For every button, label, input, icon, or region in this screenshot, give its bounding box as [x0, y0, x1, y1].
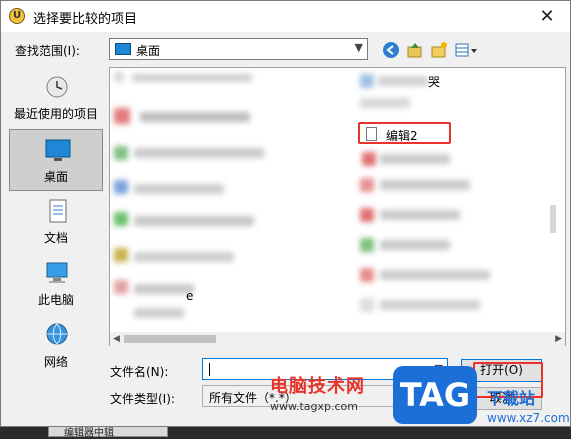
- view-menu-button[interactable]: [453, 41, 479, 61]
- app-icon: U: [9, 8, 25, 24]
- horizontal-scrollbar[interactable]: ◀ ▶: [109, 332, 566, 346]
- blurred-file-icon: [114, 108, 130, 124]
- blurred-filename: [134, 284, 194, 294]
- file-open-dialog: U 选择要比较的项目 ✕ 查找范围(I): 桌面 ▼ 最近使用的项目 桌面 文档…: [0, 0, 571, 427]
- dialog-title: 选择要比较的项目: [33, 12, 138, 27]
- place-recent[interactable]: 最近使用的项目: [9, 67, 103, 129]
- blurred-filename: [140, 112, 250, 122]
- desktop-icon: [45, 139, 71, 161]
- blurred-filename: [360, 98, 410, 108]
- place-label: 网络: [43, 355, 68, 369]
- place-network[interactable]: 网络: [9, 315, 103, 377]
- new-folder-icon: [431, 42, 447, 58]
- scrollbar-thumb[interactable]: [550, 205, 556, 233]
- look-in-label: 查找范围(I):: [15, 44, 80, 58]
- recent-items-icon: [46, 76, 68, 98]
- blurred-filename: [380, 270, 490, 280]
- watermark-right-text: 下载站: [487, 389, 536, 408]
- blurred-filename: [380, 210, 460, 220]
- watermark-right-url: www.xz7.com: [487, 411, 570, 425]
- blurred-file-icon: [114, 280, 128, 294]
- file-type-label: 文件类型(I):: [110, 392, 175, 406]
- blurred-filename: [134, 252, 234, 262]
- look-in-combobox[interactable]: 桌面 ▼: [109, 38, 368, 60]
- list-item-label: 编辑2: [386, 129, 418, 143]
- list-item-fragment: 哭: [428, 75, 441, 89]
- back-icon: [383, 42, 399, 58]
- view-menu-icon: [455, 43, 477, 57]
- place-desktop[interactable]: 桌面: [9, 129, 103, 191]
- blurred-filename: [134, 184, 224, 194]
- blurred-filename: [380, 180, 470, 190]
- close-button[interactable]: ✕: [524, 1, 570, 32]
- blurred-file-icon: [114, 180, 128, 194]
- file-list[interactable]: e 哭 编辑2: [109, 67, 566, 346]
- blurred-filename: [380, 300, 480, 310]
- place-label: 此电脑: [37, 293, 74, 307]
- watermark-site-name: 电脑技术网: [270, 376, 365, 397]
- list-item-fragment: e: [186, 289, 194, 303]
- file-name-label: 文件名(N):: [110, 365, 169, 379]
- blurred-filename: [134, 308, 184, 318]
- blurred-file-icon: [360, 178, 374, 192]
- blurred-file-icon: [114, 212, 128, 226]
- blurred-filename: [378, 76, 428, 86]
- place-label: 文档: [43, 231, 68, 245]
- look-in-value: 桌面: [136, 44, 161, 58]
- blurred-filename: [134, 216, 254, 226]
- up-folder-button[interactable]: [405, 41, 425, 61]
- place-documents[interactable]: 文档: [9, 191, 103, 253]
- blurred-file-icon: [360, 298, 374, 312]
- scrollbar-thumb[interactable]: [124, 335, 216, 343]
- text-caret: [209, 363, 210, 376]
- scroll-right-icon[interactable]: ▶: [555, 332, 562, 346]
- chevron-down-icon[interactable]: ▼: [355, 41, 363, 54]
- blurred-filename: [380, 154, 450, 164]
- text-file-icon: [366, 127, 377, 141]
- list-item-highlighted[interactable]: 编辑2: [358, 122, 451, 144]
- watermark-url: www.tagxp.com: [270, 400, 358, 413]
- blurred-filename: [380, 240, 450, 250]
- title-bar: U 选择要比较的项目 ✕: [1, 1, 570, 32]
- blurred-file-icon: [360, 208, 374, 222]
- places-bar: 最近使用的项目 桌面 文档 此电脑 网络: [9, 67, 103, 378]
- blurred-filename: [134, 148, 264, 158]
- back-button[interactable]: [381, 41, 401, 61]
- place-label: 桌面: [43, 170, 68, 184]
- blurred-filename: [132, 74, 252, 82]
- blurred-file-icon: [114, 72, 124, 82]
- blurred-file-icon: [362, 152, 376, 166]
- blurred-file-icon: [114, 248, 128, 262]
- new-folder-button[interactable]: [429, 41, 449, 61]
- blurred-file-icon: [360, 74, 374, 88]
- watermark-logo: TAG: [393, 366, 477, 424]
- blurred-file-icon: [360, 268, 374, 282]
- blurred-file-icon: [114, 146, 128, 160]
- network-globe-icon: [46, 323, 68, 345]
- place-label: 最近使用的项目: [13, 107, 98, 121]
- computer-icon: [46, 262, 68, 283]
- place-this-pc[interactable]: 此电脑: [9, 253, 103, 315]
- desktop-icon: [115, 43, 131, 55]
- scroll-left-icon[interactable]: ◀: [113, 332, 120, 346]
- document-icon: [49, 199, 67, 223]
- blurred-file-icon: [360, 238, 374, 252]
- up-folder-icon: [407, 43, 422, 58]
